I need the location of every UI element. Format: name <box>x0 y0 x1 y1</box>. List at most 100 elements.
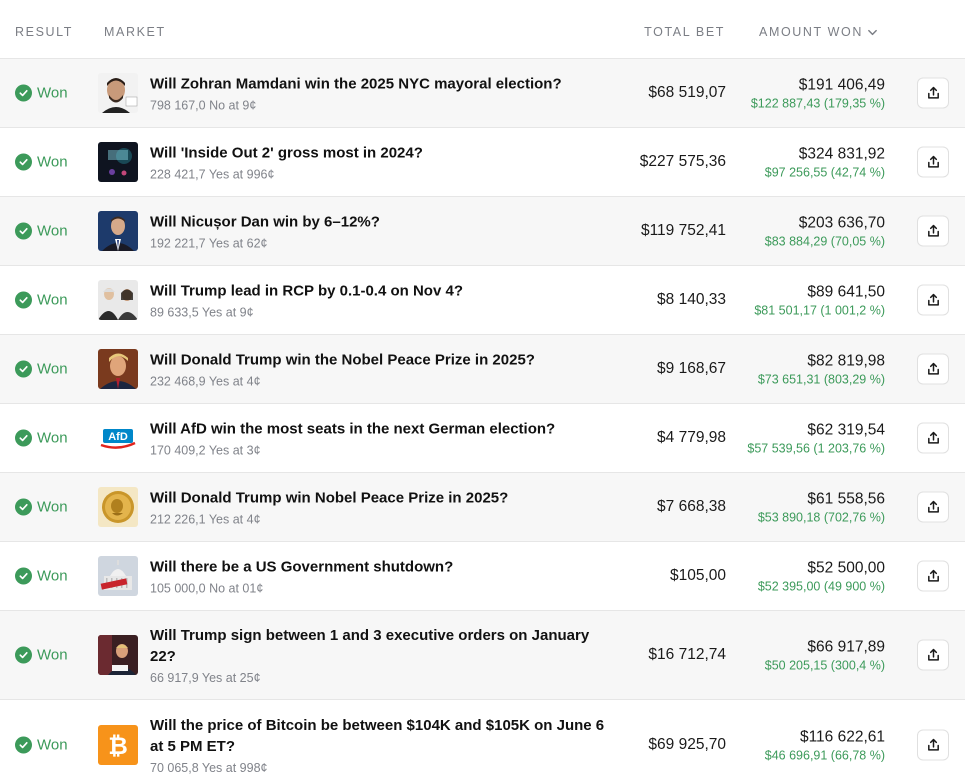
total-bet-value: $68 519,07 <box>648 84 726 101</box>
share-icon <box>926 362 941 377</box>
total-bet-value: $9 168,67 <box>657 360 726 377</box>
check-circle-icon <box>15 222 32 240</box>
column-header-result: RESULT <box>15 25 73 39</box>
table-row[interactable]: Won Will there be a US Government shutdow… <box>0 542 965 611</box>
positions-table-body: Won Will Zohran Mamdani win the 2025 NYC … <box>0 59 965 779</box>
market-thumbnail[interactable]: AfD <box>98 418 138 458</box>
position-shares: 170 409,2 Yes at 3¢ <box>150 443 261 458</box>
total-bet-value: $105,00 <box>669 567 726 584</box>
result-label: Won <box>37 429 68 447</box>
share-button[interactable] <box>917 560 949 592</box>
profit-value: $52 395,00 (49 900 %) <box>757 579 885 594</box>
column-header-amount-won[interactable]: AMOUNT WON <box>759 25 878 39</box>
result-cell: Won <box>15 567 68 585</box>
amount-won-value: $191 406,49 <box>798 76 885 94</box>
table-row[interactable]: Won Will Trump lead in RCP by 0.1-0.4 on … <box>0 266 965 335</box>
market-thumbnail[interactable] <box>98 142 138 182</box>
market-title-link[interactable]: Will Donald Trump win the Nobel Peace Pr… <box>150 350 610 371</box>
table-row[interactable]: Won Will Zohran Mamdani win the 2025 NYC … <box>0 59 965 128</box>
result-label: Won <box>37 736 68 753</box>
market-thumbnail[interactable] <box>98 556 138 596</box>
market-thumbnail[interactable] <box>98 73 138 113</box>
market-thumbnail[interactable]: ₿ <box>98 724 138 765</box>
share-button[interactable] <box>917 146 949 178</box>
table-row[interactable]: Won Will 'Inside Out 2' gross most in 202… <box>0 128 965 197</box>
market-title-link[interactable]: Will there be a US Government shutdown? <box>150 557 610 578</box>
market-cell: Will 'Inside Out 2' gross most in 2024? 2… <box>150 143 610 182</box>
check-circle-icon <box>15 291 32 309</box>
chevron-down-icon <box>868 29 877 35</box>
profit-value: $83 884,29 (70,05 %) <box>764 234 885 249</box>
amount-won-value: $82 819,98 <box>807 352 885 370</box>
share-icon <box>926 569 941 584</box>
market-cell: Will Zohran Mamdani win the 2025 NYC may… <box>150 74 610 113</box>
share-button[interactable] <box>917 491 949 523</box>
total-bet-value: $8 140,33 <box>657 291 726 308</box>
share-button[interactable] <box>917 353 949 385</box>
position-shares: 228 421,7 Yes at 996¢ <box>150 167 275 182</box>
market-title-link[interactable]: Will Trump sign between 1 and 3 executiv… <box>150 625 610 667</box>
position-shares: 212 226,1 Yes at 4¢ <box>150 512 261 527</box>
market-title-link[interactable]: Will Trump lead in RCP by 0.1-0.4 on Nov… <box>150 281 610 302</box>
market-title-link[interactable]: Will Donald Trump win Nobel Peace Prize … <box>150 488 610 509</box>
share-button[interactable] <box>917 422 949 454</box>
market-cell: Will the price of Bitcoin be between $10… <box>150 715 610 775</box>
position-shares: 192 221,7 Yes at 62¢ <box>150 236 268 251</box>
table-row[interactable]: Won Will Donald Trump win the Nobel Peace… <box>0 335 965 404</box>
check-circle-icon <box>15 360 32 378</box>
market-title-link[interactable]: Will Zohran Mamdani win the 2025 NYC may… <box>150 74 610 95</box>
amount-won-cell: $66 917,89 $50 205,15 (300,4 %) <box>765 638 885 673</box>
share-button[interactable] <box>917 77 949 109</box>
result-label: Won <box>37 222 68 240</box>
svg-text:AfD: AfD <box>108 431 128 443</box>
share-button[interactable] <box>917 729 949 760</box>
market-title-link[interactable]: Will 'Inside Out 2' gross most in 2024? <box>150 143 610 164</box>
check-circle-icon <box>15 429 32 447</box>
amount-won-value: $89 641,50 <box>807 283 885 301</box>
market-thumbnail[interactable] <box>98 211 138 251</box>
market-title-link[interactable]: Will AfD win the most seats in the next … <box>150 419 610 440</box>
market-thumbnail[interactable] <box>98 349 138 389</box>
market-title-link[interactable]: Will Nicușor Dan win by 6–12%? <box>150 212 610 233</box>
total-bet-value: $119 752,41 <box>640 222 726 239</box>
market-cell: Will Donald Trump win the Nobel Peace Pr… <box>150 350 610 389</box>
share-icon <box>926 293 941 308</box>
share-button[interactable] <box>917 215 949 247</box>
profit-value: $57 539,56 (1 203,76 %) <box>747 441 885 456</box>
result-cell: Won <box>15 153 68 171</box>
table-row[interactable]: Won Will Donald Trump win Nobel Peace Pri… <box>0 473 965 542</box>
amount-won-cell: $52 500,00 $52 395,00 (49 900 %) <box>758 559 885 594</box>
table-row[interactable]: Won AfD Will AfD win the most seats in the… <box>0 404 965 473</box>
market-cell: Will AfD win the most seats in the next … <box>150 419 610 458</box>
market-title-link[interactable]: Will the price of Bitcoin be between $10… <box>150 715 610 757</box>
amount-won-label: AMOUNT WON <box>759 25 863 39</box>
market-thumbnail[interactable] <box>98 487 138 527</box>
market-cell: Will Nicușor Dan win by 6–12%? 192 221,7 … <box>150 212 610 251</box>
column-header-total-bet[interactable]: TOTAL BET <box>644 25 725 39</box>
result-label: Won <box>37 360 68 378</box>
table-row[interactable]: Won ₿ Will the price of Bitcoin be between… <box>0 700 965 779</box>
amount-won-value: $61 558,56 <box>807 490 885 508</box>
result-label: Won <box>37 291 68 309</box>
profit-value: $97 256,55 (42,74 %) <box>764 165 885 180</box>
amount-won-value: $324 831,92 <box>798 145 885 163</box>
amount-won-cell: $89 641,50 $81 501,17 (1 001,2 %) <box>754 283 885 318</box>
share-button[interactable] <box>917 284 949 316</box>
market-thumbnail[interactable] <box>98 635 138 675</box>
position-shares: 105 000,0 No at 01¢ <box>150 581 264 596</box>
total-bet-value: $69 925,70 <box>648 735 726 753</box>
share-button[interactable] <box>917 639 949 671</box>
check-circle-icon <box>15 567 32 585</box>
amount-won-cell: $191 406,49 $122 887,43 (179,35 %) <box>751 76 885 111</box>
total-bet-value: $4 779,98 <box>657 429 726 446</box>
position-shares: 89 633,5 Yes at 9¢ <box>150 305 254 320</box>
table-row[interactable]: Won Will Nicușor Dan win by 6–12%? 192 221… <box>0 197 965 266</box>
share-icon <box>926 224 941 239</box>
amount-won-value: $62 319,54 <box>807 421 885 439</box>
result-cell: Won <box>15 222 68 240</box>
market-cell: Will Trump lead in RCP by 0.1-0.4 on Nov… <box>150 281 610 320</box>
result-cell: Won <box>15 498 68 516</box>
position-shares: 70 065,8 Yes at 998¢ <box>150 760 268 775</box>
market-thumbnail[interactable] <box>98 280 138 320</box>
table-row[interactable]: Won Will Trump sign between 1 and 3 execu… <box>0 611 965 700</box>
